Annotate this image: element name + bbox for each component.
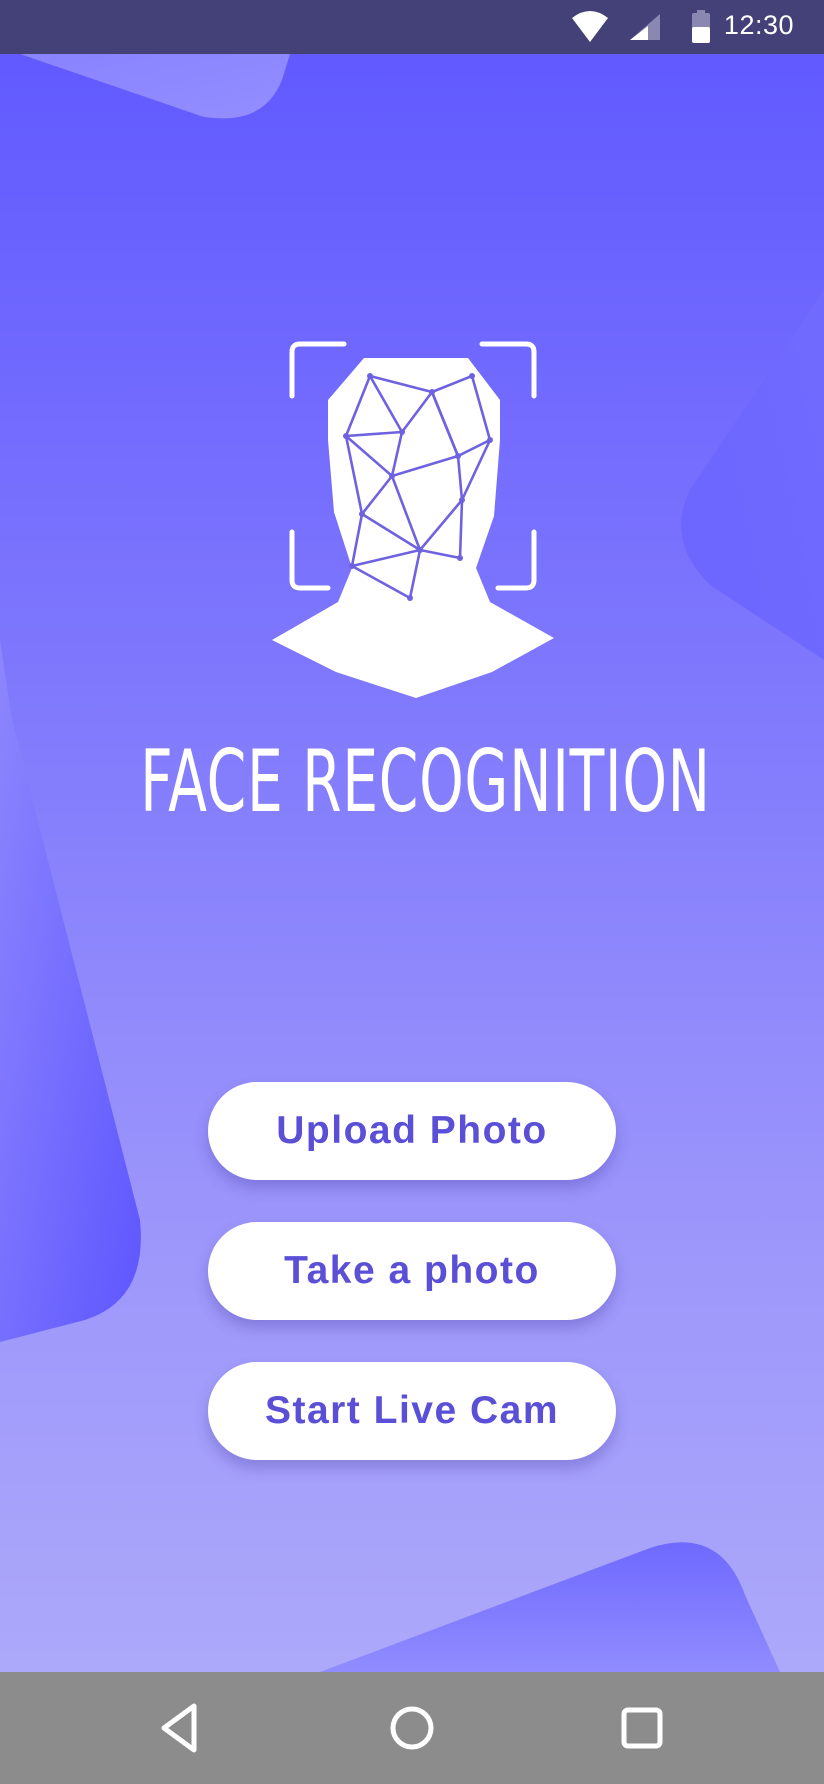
status-bar: 12:30 bbox=[0, 0, 824, 54]
wifi-icon bbox=[572, 11, 608, 42]
back-icon[interactable] bbox=[150, 1696, 214, 1760]
action-buttons: Upload Photo Take a photo Start Live Cam bbox=[208, 1082, 616, 1502]
status-time: 12:30 bbox=[723, 10, 794, 40]
cellular-signal-icon bbox=[630, 14, 660, 40]
recents-icon[interactable] bbox=[610, 1696, 674, 1760]
home-icon[interactable] bbox=[380, 1696, 444, 1760]
battery-icon bbox=[692, 10, 710, 43]
navigation-bar bbox=[0, 1672, 824, 1784]
face-scan-icon bbox=[272, 341, 554, 698]
app-title: FACE RECOGNITION bbox=[140, 732, 711, 832]
upload-photo-button[interactable]: Upload Photo bbox=[208, 1082, 616, 1180]
background-shapes bbox=[0, 54, 824, 1672]
take-photo-button[interactable]: Take a photo bbox=[208, 1222, 616, 1320]
start-live-cam-button[interactable]: Start Live Cam bbox=[208, 1362, 616, 1460]
app-screen: 12:30 FACE RECOGNITION Upload Photo Take… bbox=[0, 0, 824, 1784]
